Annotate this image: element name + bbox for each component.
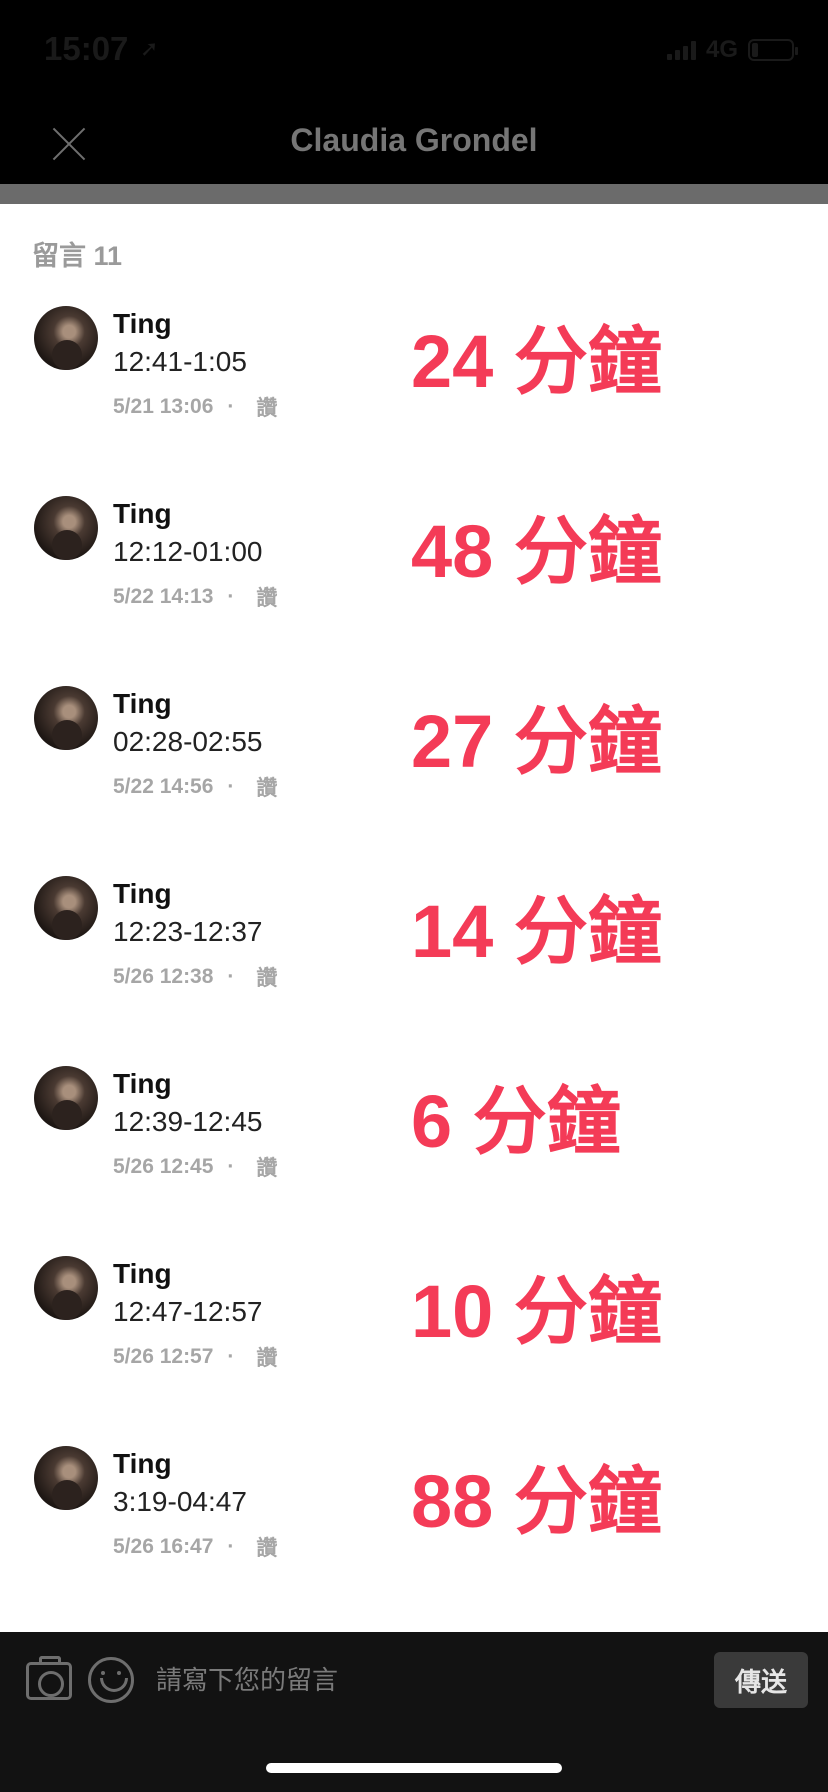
location-arrow-icon: ➚ bbox=[140, 36, 159, 61]
commenter-name[interactable]: Ting bbox=[113, 1068, 172, 1100]
duration-annotation: 10 分鐘 bbox=[411, 1270, 662, 1353]
comment-date: 5/26 16:47 bbox=[113, 1535, 214, 1558]
comment-item: Ting 12:12-01:00 5/22 14:13 · 讚 48 分鐘 bbox=[0, 496, 828, 646]
battery-icon bbox=[748, 39, 798, 61]
avatar[interactable] bbox=[34, 876, 98, 940]
like-button[interactable]: 讚 bbox=[256, 1152, 277, 1182]
comment-text: 12:23-12:37 bbox=[113, 916, 263, 947]
comment-meta: 5/21 13:06 · 讚 bbox=[113, 392, 277, 422]
comment-date: 5/26 12:57 bbox=[113, 1345, 214, 1368]
duration-annotation: 24 分鐘 bbox=[411, 320, 662, 403]
commenter-name[interactable]: Ting bbox=[113, 688, 172, 720]
comment-text: 12:41-1:05 bbox=[113, 346, 247, 377]
meta-separator: · bbox=[227, 775, 235, 798]
commenter-name[interactable]: Ting bbox=[113, 1448, 172, 1480]
commenter-name[interactable]: Ting bbox=[113, 878, 172, 910]
comment-text: 12:47-12:57 bbox=[113, 1296, 263, 1327]
avatar[interactable] bbox=[34, 1446, 98, 1510]
comment-item: Ting 12:39-12:45 5/26 12:45 · 讚 6 分鐘 bbox=[0, 1066, 828, 1216]
comment-text: 3:19-04:47 bbox=[113, 1486, 247, 1517]
signal-icon bbox=[666, 40, 696, 60]
meta-separator: · bbox=[227, 1535, 235, 1558]
comment-date: 5/21 13:06 bbox=[113, 395, 214, 418]
comment-item: Ting 02:28-02:55 5/22 14:56 · 讚 27 分鐘 bbox=[0, 686, 828, 836]
like-button[interactable]: 讚 bbox=[256, 962, 277, 992]
meta-separator: · bbox=[227, 585, 235, 608]
comment-text: 12:12-01:00 bbox=[113, 536, 263, 567]
commenter-name[interactable]: Ting bbox=[113, 498, 172, 530]
comment-count: 留言 11 bbox=[32, 241, 123, 271]
duration-annotation: 6 分鐘 bbox=[411, 1080, 621, 1163]
commenter-name[interactable]: Ting bbox=[113, 308, 172, 340]
avatar[interactable] bbox=[34, 306, 98, 370]
duration-annotation: 48 分鐘 bbox=[411, 510, 662, 593]
comment-meta: 5/26 12:57 · 讚 bbox=[113, 1342, 277, 1372]
network-type: 4G bbox=[705, 36, 738, 63]
comment-item: Ting 12:47-12:57 5/26 12:57 · 讚 10 分鐘 bbox=[0, 1256, 828, 1406]
avatar[interactable] bbox=[34, 1256, 98, 1320]
like-button[interactable]: 讚 bbox=[256, 1342, 277, 1372]
comment-text: 12:39-12:45 bbox=[113, 1106, 263, 1137]
nav-bar: Claudia Grondel bbox=[0, 96, 828, 184]
duration-annotation: 88 分鐘 bbox=[411, 1460, 662, 1543]
comment-text: 02:28-02:55 bbox=[113, 726, 263, 757]
comment-item: Ting 12:23-12:37 5/26 12:38 · 讚 14 分鐘 bbox=[0, 876, 828, 1026]
avatar[interactable] bbox=[34, 496, 98, 560]
like-button[interactable]: 讚 bbox=[256, 1532, 277, 1562]
page-title: Claudia Grondel bbox=[290, 122, 538, 158]
smile-icon[interactable] bbox=[88, 1657, 134, 1703]
meta-separator: · bbox=[227, 395, 235, 418]
status-bar: 15:07 ➚ 4G bbox=[0, 0, 828, 96]
send-button[interactable]: 傳送 bbox=[714, 1652, 808, 1708]
meta-separator: · bbox=[227, 1155, 235, 1178]
duration-annotation: 14 分鐘 bbox=[411, 890, 662, 973]
comment-meta: 5/26 12:45 · 讚 bbox=[113, 1152, 277, 1182]
like-button[interactable]: 讚 bbox=[256, 772, 277, 802]
status-indicators: 4G bbox=[666, 36, 798, 64]
comment-date: 5/22 14:13 bbox=[113, 585, 214, 608]
battery-level bbox=[752, 43, 758, 57]
comment-date: 5/26 12:45 bbox=[113, 1155, 214, 1178]
comment-meta: 5/22 14:13 · 讚 bbox=[113, 582, 277, 612]
like-button[interactable]: 讚 bbox=[256, 392, 277, 422]
comment-meta: 5/22 14:56 · 讚 bbox=[113, 772, 277, 802]
comment-date: 5/26 12:38 bbox=[113, 965, 214, 988]
comment-meta: 5/26 12:38 · 讚 bbox=[113, 962, 277, 992]
home-indicator[interactable] bbox=[266, 1763, 562, 1773]
comment-meta: 5/26 16:47 · 讚 bbox=[113, 1532, 277, 1562]
camera-icon[interactable] bbox=[26, 1656, 72, 1700]
avatar[interactable] bbox=[34, 686, 98, 750]
duration-annotation: 27 分鐘 bbox=[411, 700, 662, 783]
meta-separator: · bbox=[227, 1345, 235, 1368]
comment-date: 5/22 14:56 bbox=[113, 775, 214, 798]
avatar[interactable] bbox=[34, 1066, 98, 1130]
comment-item: Ting 3:19-04:47 5/26 16:47 · 讚 88 分鐘 bbox=[0, 1446, 828, 1596]
like-button[interactable]: 讚 bbox=[256, 582, 277, 612]
status-time: 15:07 bbox=[44, 30, 129, 67]
meta-separator: · bbox=[227, 965, 235, 988]
comment-item: Ting 12:41-1:05 5/21 13:06 · 讚 24 分鐘 bbox=[0, 306, 828, 456]
commenter-name[interactable]: Ting bbox=[113, 1258, 172, 1290]
header-divider bbox=[0, 184, 828, 204]
comment-input[interactable] bbox=[156, 1658, 696, 1704]
